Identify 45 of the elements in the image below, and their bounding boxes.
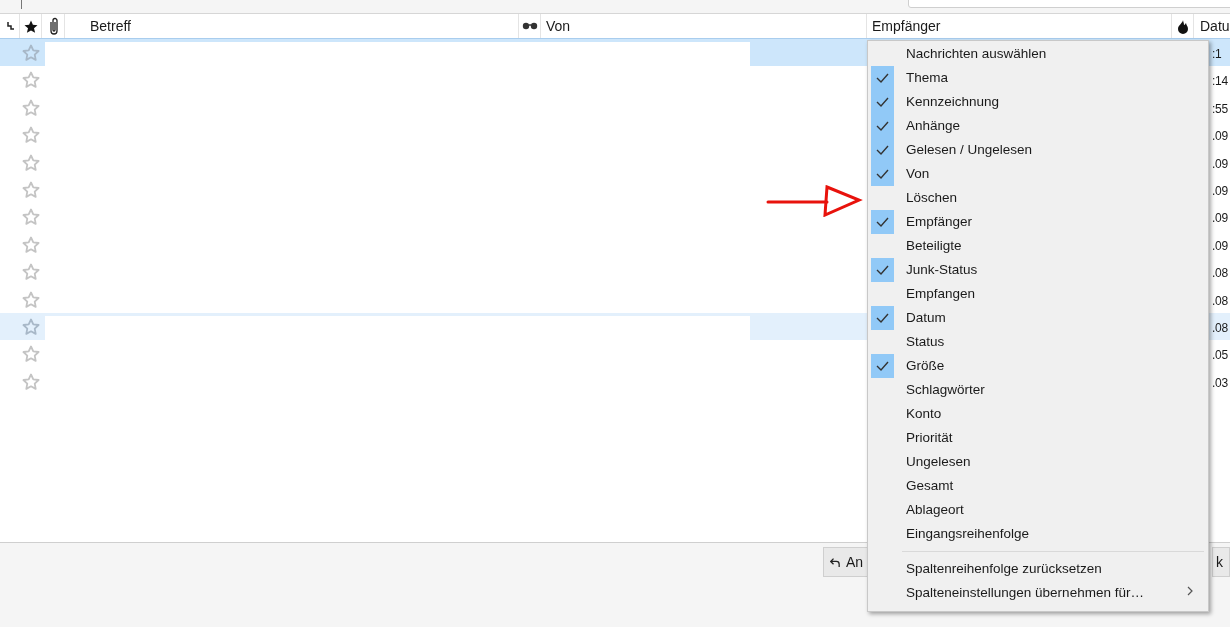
menu-item[interactable]: Spalteneinstellungen übernehmen für… [870, 581, 1208, 605]
date-cell-text: .05 [1212, 347, 1228, 365]
date-cell-text: .09 [1212, 210, 1228, 228]
menu-item[interactable]: Löschen [870, 186, 1208, 210]
date-cell-text: .08 [1212, 319, 1228, 337]
menu-item[interactable]: Priorität [870, 426, 1208, 450]
date-cell-text: :55 [1212, 100, 1228, 118]
date-cell-text: .09 [1212, 128, 1228, 146]
date-cell-text: :1 [1212, 46, 1222, 63]
column-header[interactable]: Datu [1200, 15, 1230, 37]
menu-item[interactable]: Empfänger [870, 210, 1208, 234]
column-header[interactable]: Empfänger [872, 15, 941, 37]
footer-button[interactable]: An [823, 547, 868, 577]
paperclip-icon [47, 17, 59, 35]
menu-item[interactable]: Kennzeichnung [870, 90, 1208, 114]
footer-button[interactable]: k [1212, 547, 1230, 577]
menu-item[interactable]: Gesamt [870, 474, 1208, 498]
date-cell-text: .03 [1212, 374, 1228, 392]
menu-item[interactable]: Empfangen [870, 282, 1208, 306]
date-cell-text: .08 [1212, 292, 1228, 310]
menu-item[interactable]: Gelesen / Ungelesen [870, 138, 1208, 162]
menu-item[interactable]: Ungelesen [870, 450, 1208, 474]
menu-item[interactable]: Eingangsreihenfolge [870, 522, 1208, 546]
thread-icon [4, 20, 15, 32]
menu-item[interactable]: Thema [870, 66, 1208, 90]
menu-item[interactable]: Ablageort [870, 498, 1208, 522]
date-cell-text: :14 [1212, 73, 1228, 91]
menu-item[interactable]: Beteiligte [870, 234, 1208, 258]
star-icon [23, 19, 38, 33]
date-cell-text: .08 [1212, 265, 1228, 283]
menu-item[interactable]: Spaltenreihenfolge zurücksetzen [870, 557, 1208, 581]
flame-icon [1176, 18, 1189, 34]
date-cell-text: .09 [1212, 182, 1228, 200]
menu-item[interactable]: Nachrichten auswählen [870, 42, 1208, 66]
menu-item[interactable]: Junk-Status [870, 258, 1208, 282]
menu-item[interactable]: Konto [870, 402, 1208, 426]
menu-item[interactable]: Anhänge [870, 114, 1208, 138]
menu-item[interactable]: Größe [870, 354, 1208, 378]
menu-item[interactable]: Von [870, 162, 1208, 186]
date-cell-text: .09 [1212, 155, 1228, 173]
menu-item[interactable]: Schlagwörter [870, 378, 1208, 402]
glasses-icon [521, 21, 538, 31]
column-header[interactable]: Von [546, 15, 571, 37]
date-cell-text: .09 [1212, 237, 1228, 255]
column-header[interactable]: Betreff [90, 15, 131, 37]
